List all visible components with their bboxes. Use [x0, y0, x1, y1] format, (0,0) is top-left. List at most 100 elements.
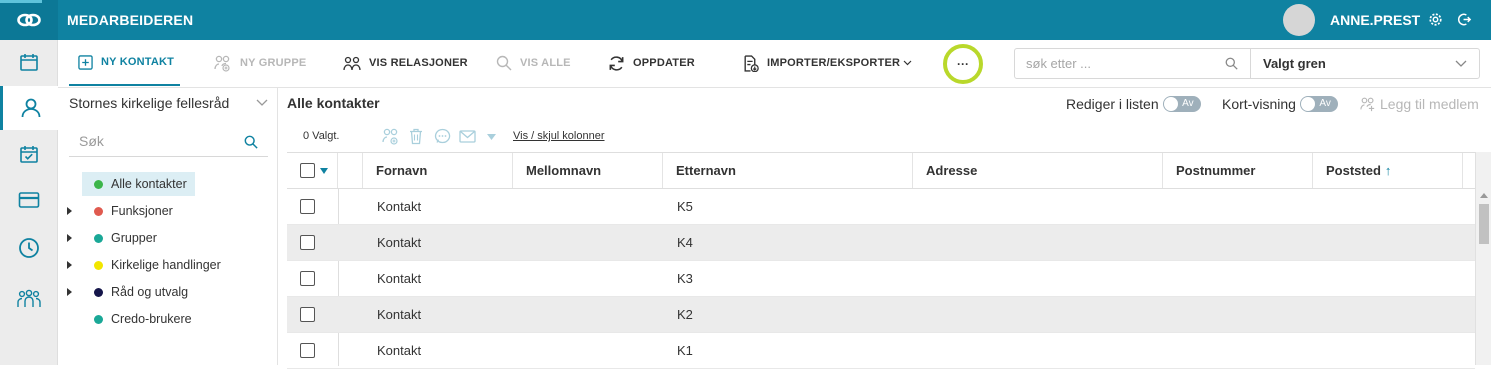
- row-actions-header: [338, 153, 363, 188]
- row-checkbox[interactable]: [300, 307, 315, 322]
- tree-item[interactable]: Credo-brukere: [82, 307, 200, 331]
- row-checkbox[interactable]: [300, 271, 315, 286]
- row-checkbox[interactable]: [300, 343, 315, 358]
- trash-icon[interactable]: [409, 128, 423, 145]
- logo-cell[interactable]: [0, 0, 58, 40]
- show-hide-columns-link[interactable]: Vis / skjul kolonner: [513, 130, 605, 142]
- expand-arrow-icon[interactable]: [67, 288, 72, 296]
- tree-item-label: Alle kontakter: [111, 177, 187, 191]
- rail-calendar[interactable]: [0, 40, 58, 84]
- tree-search-input[interactable]: [79, 133, 229, 149]
- rail-contacts[interactable]: [0, 86, 58, 130]
- show-all-label: VIS ALLE: [520, 57, 571, 69]
- rail-payments[interactable]: [0, 178, 58, 222]
- import-export-label: IMPORTER/EKSPORTER: [767, 57, 901, 69]
- username[interactable]: ANNE.PREST: [1330, 12, 1420, 28]
- search-icon[interactable]: [1225, 57, 1238, 70]
- rail-history[interactable]: [0, 226, 58, 270]
- scrollbar-thumb[interactable]: [1479, 204, 1489, 244]
- card-view-toggle[interactable]: Av: [1299, 96, 1338, 112]
- row-checkbox[interactable]: [300, 235, 315, 250]
- table-row[interactable]: Kontakt K2: [287, 297, 1475, 333]
- edit-in-list-toggle[interactable]: Av: [1162, 96, 1201, 112]
- refresh-button[interactable]: OPPDATER: [608, 40, 695, 86]
- cell-fornavn: Kontakt: [377, 343, 422, 358]
- chevron-down-icon[interactable]: [256, 99, 268, 107]
- search-input[interactable]: [1026, 56, 1216, 71]
- table-row[interactable]: Kontakt K3: [287, 261, 1475, 297]
- tree-item-label: Råd og utvalg: [111, 285, 189, 299]
- tree-item[interactable]: Kirkelige handlinger: [82, 253, 229, 277]
- card-view-toggle-group: Kort-visning Av: [1222, 96, 1338, 112]
- new-group-button[interactable]: NY GRUPPE: [214, 40, 306, 86]
- column-header[interactable]: Adresse: [913, 153, 1163, 188]
- category-dot-icon: [94, 179, 103, 189]
- chat-icon[interactable]: [434, 128, 451, 145]
- cell-fornavn: Kontakt: [377, 271, 422, 286]
- sort-ascending-icon[interactable]: ↑: [1385, 163, 1392, 178]
- relations-icon: [343, 56, 361, 71]
- caret-down-icon[interactable]: [487, 134, 496, 140]
- left-panel: Stornes kirkelige fellesråd Alle kontakt…: [58, 88, 278, 365]
- select-all-checkbox[interactable]: [300, 163, 315, 178]
- add-member-label: Legg til medlem: [1380, 96, 1479, 112]
- add-to-group-icon[interactable]: [382, 128, 400, 145]
- rail-groups[interactable]: [0, 277, 58, 321]
- add-member-button[interactable]: Legg til medlem: [1360, 96, 1479, 112]
- row-checkbox[interactable]: [300, 199, 315, 214]
- column-header[interactable]: Etternavn: [663, 153, 913, 188]
- show-relations-button[interactable]: VIS RELASJONER: [343, 40, 468, 86]
- toolbar: NY KONTAKT NY GRUPPE VIS RELASJONER VIS …: [58, 40, 1491, 88]
- tree-item-label: Grupper: [111, 231, 157, 245]
- row-checkbox-cell: [300, 261, 315, 296]
- cell-etternavn: K5: [677, 199, 693, 214]
- tree-item-label: Funksjoner: [111, 204, 173, 218]
- tree-item[interactable]: Grupper: [82, 226, 165, 250]
- search-field[interactable]: [1014, 48, 1251, 79]
- tree-item[interactable]: Alle kontakter: [82, 172, 195, 196]
- caret-down-icon[interactable]: [320, 167, 328, 174]
- cell-fornavn: Kontakt: [377, 235, 422, 250]
- selection-bar: 0 Valgt. Vis / skjul kolonner: [287, 124, 1491, 152]
- refresh-icon: [608, 55, 625, 72]
- avatar[interactable]: [1283, 4, 1315, 36]
- import-export-button[interactable]: IMPORTER/EKSPORTER: [742, 40, 912, 86]
- tree-item[interactable]: Råd og utvalg: [82, 280, 196, 304]
- table-row[interactable]: Kontakt K4: [287, 225, 1475, 261]
- more-button[interactable]: ···: [943, 44, 983, 84]
- expand-arrow-icon[interactable]: [67, 207, 72, 215]
- table-row[interactable]: Kontakt K1: [287, 333, 1475, 369]
- new-contact-button[interactable]: NY KONTAKT: [69, 40, 180, 86]
- people-add-icon: [1360, 97, 1375, 111]
- column-header[interactable]: Postnummer: [1163, 153, 1313, 188]
- mail-icon[interactable]: [459, 128, 476, 143]
- selected-count: 0 Valgt.: [303, 130, 340, 142]
- rail-tasks[interactable]: [0, 132, 58, 176]
- search-icon[interactable]: [244, 135, 258, 149]
- branch-select[interactable]: Valgt gren: [1250, 48, 1480, 79]
- select-all-cell: [287, 153, 338, 188]
- tree-search[interactable]: [69, 126, 268, 157]
- logout-icon[interactable]: [1457, 12, 1472, 27]
- scroll-up-icon[interactable]: [1480, 193, 1488, 198]
- branch-select-value: Valgt gren: [1263, 56, 1326, 71]
- column-header[interactable]: Poststed ↑: [1313, 153, 1463, 188]
- category-dot-icon: [94, 233, 103, 243]
- tree-item[interactable]: Funksjoner: [82, 199, 181, 223]
- expand-arrow-icon[interactable]: [67, 234, 72, 242]
- table-scrollbar[interactable]: [1475, 152, 1491, 365]
- column-header[interactable]: Fornavn: [363, 153, 513, 188]
- people-icon: [17, 289, 41, 307]
- org-select[interactable]: Stornes kirkelige fellesråd: [69, 95, 229, 111]
- expand-arrow-icon[interactable]: [67, 261, 72, 269]
- show-all-button[interactable]: VIS ALLE: [496, 40, 571, 86]
- toggle-state: Av: [1182, 98, 1194, 109]
- column-header[interactable]: Mellomnavn: [513, 153, 663, 188]
- cell-etternavn: K3: [677, 271, 693, 286]
- group-add-icon: [214, 55, 232, 72]
- logo-strip: [0, 0, 42, 3]
- gear-icon[interactable]: [1428, 12, 1443, 27]
- cell-etternavn: K2: [677, 307, 693, 322]
- table-row[interactable]: Kontakt K5: [287, 189, 1475, 225]
- column-header-label: Mellomnavn: [526, 163, 602, 178]
